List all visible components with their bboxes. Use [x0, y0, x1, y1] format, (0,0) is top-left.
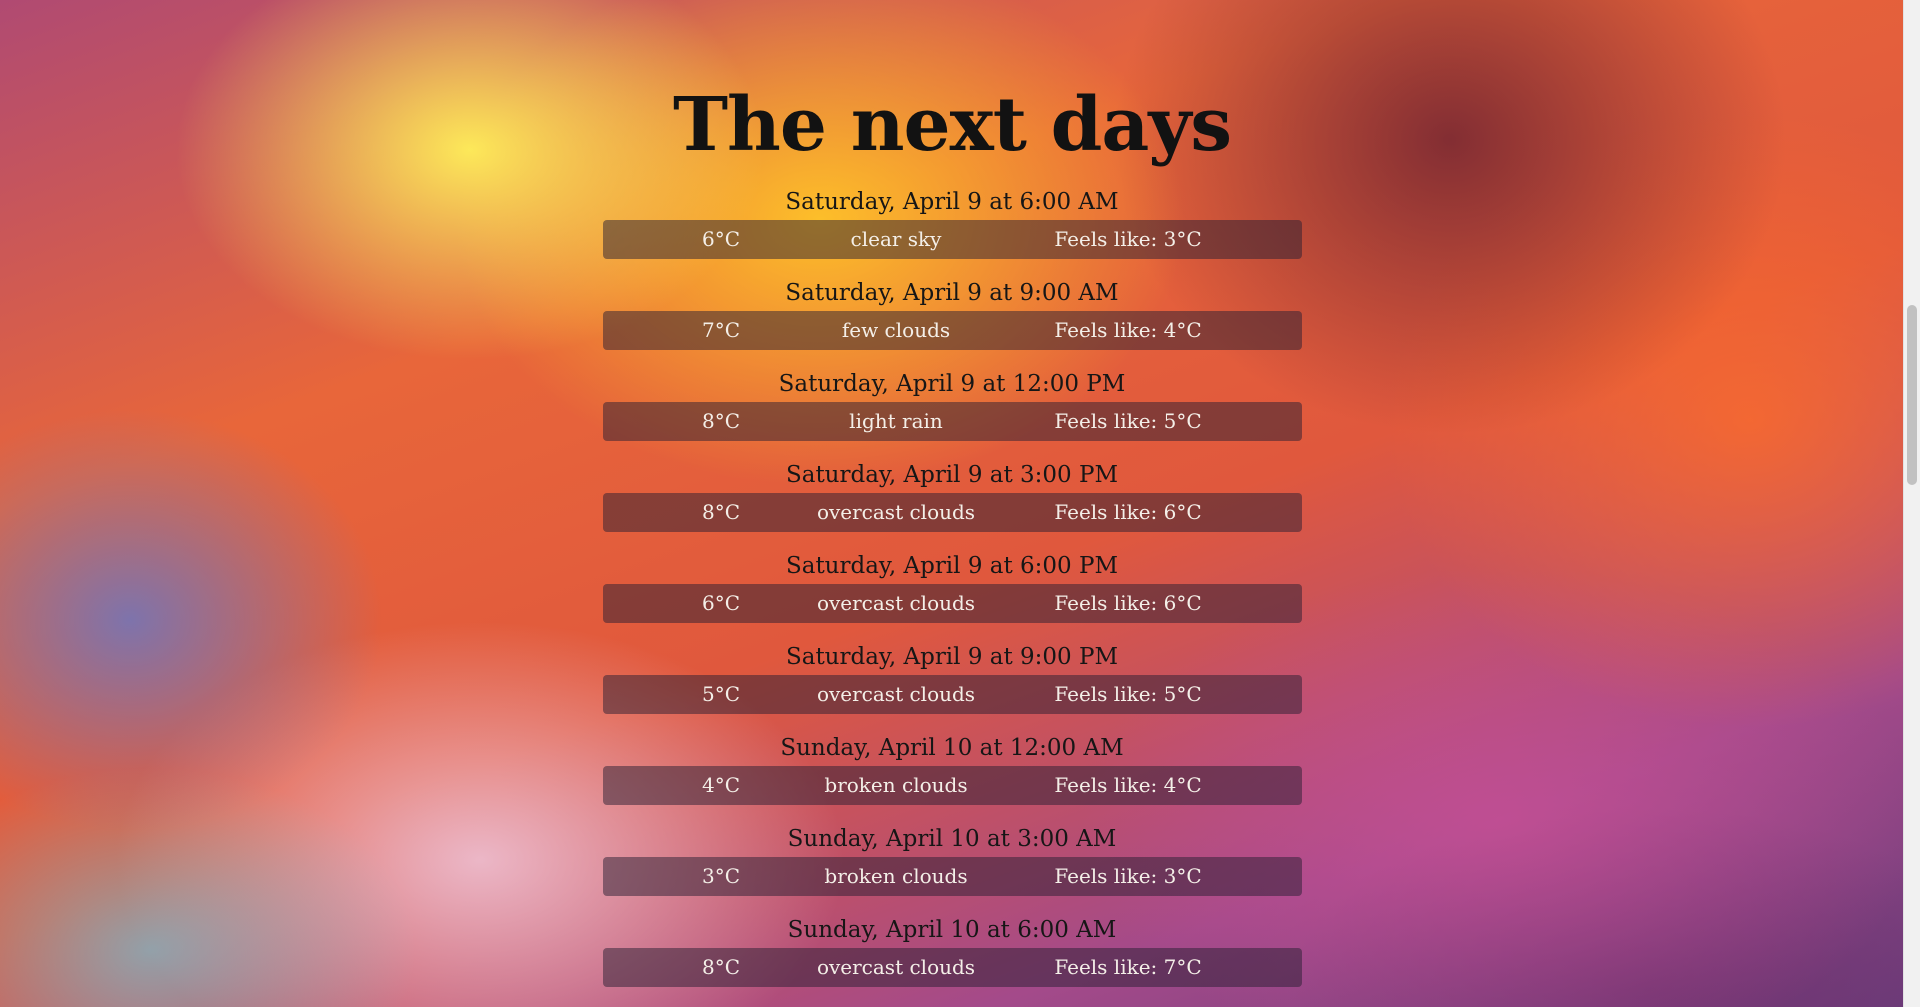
forecast-temperature: 4°C	[701, 773, 741, 797]
forecast-details-bar: 6°C clear sky Feels like: 3°C	[603, 220, 1302, 259]
forecast-details-bar: 8°C overcast clouds Feels like: 6°C	[603, 493, 1302, 532]
forecast-feels-like: Feels like: 5°C	[1054, 409, 1202, 433]
forecast-entry: Sunday, April 10 at 12:00 AM 4°C broken …	[0, 730, 1904, 821]
forecast-datetime: Saturday, April 9 at 6:00 PM	[785, 553, 1119, 579]
forecast-temperature: 8°C	[701, 500, 741, 524]
forecast-entry: Sunday, April 10 at 3:00 AM 3°C broken c…	[0, 821, 1904, 912]
forecast-entry: Saturday, April 9 at 12:00 PM 8°C light …	[0, 366, 1904, 457]
forecast-entry: Saturday, April 9 at 3:00 PM 8°C overcas…	[0, 457, 1904, 548]
forecast-container: The next days Saturday, April 9 at 6:00 …	[0, 70, 1904, 1003]
forecast-feels-like: Feels like: 4°C	[1054, 773, 1202, 797]
forecast-details-bar: 8°C light rain Feels like: 5°C	[603, 402, 1302, 441]
forecast-feels-like: Feels like: 5°C	[1054, 682, 1202, 706]
forecast-description: light rain	[849, 409, 943, 433]
forecast-datetime: Saturday, April 9 at 6:00 AM	[785, 189, 1119, 215]
forecast-description: broken clouds	[824, 773, 968, 797]
forecast-temperature: 8°C	[701, 955, 741, 979]
forecast-datetime: Saturday, April 9 at 12:00 PM	[778, 371, 1126, 397]
forecast-temperature: 7°C	[701, 318, 741, 342]
forecast-feels-like: Feels like: 6°C	[1054, 591, 1202, 615]
forecast-details-bar: 8°C overcast clouds Feels like: 7°C	[603, 948, 1302, 987]
forecast-datetime: Sunday, April 10 at 12:00 AM	[780, 735, 1124, 761]
forecast-datetime: Sunday, April 10 at 3:00 AM	[787, 826, 1117, 852]
forecast-description: clear sky	[850, 227, 942, 251]
forecast-entry: Saturday, April 9 at 9:00 AM 7°C few clo…	[0, 275, 1904, 366]
forecast-description: overcast clouds	[816, 500, 976, 524]
forecast-temperature: 3°C	[701, 864, 741, 888]
forecast-details-bar: 6°C overcast clouds Feels like: 6°C	[603, 584, 1302, 623]
forecast-datetime: Saturday, April 9 at 9:00 AM	[785, 280, 1119, 306]
vertical-scrollbar[interactable]	[1903, 0, 1920, 1007]
forecast-entry: Sunday, April 10 at 6:00 AM 8°C overcast…	[0, 912, 1904, 1003]
forecast-details-bar: 3°C broken clouds Feels like: 3°C	[603, 857, 1302, 896]
forecast-temperature: 6°C	[701, 591, 741, 615]
forecast-datetime: Saturday, April 9 at 3:00 PM	[785, 462, 1119, 488]
forecast-entry: Saturday, April 9 at 9:00 PM 5°C overcas…	[0, 639, 1904, 730]
forecast-feels-like: Feels like: 3°C	[1054, 864, 1202, 888]
forecast-description: overcast clouds	[816, 955, 976, 979]
forecast-description: few clouds	[841, 318, 951, 342]
forecast-description: overcast clouds	[816, 591, 976, 615]
forecast-entry: Saturday, April 9 at 6:00 AM 6°C clear s…	[0, 184, 1904, 275]
forecast-temperature: 8°C	[701, 409, 741, 433]
page-title: The next days	[672, 82, 1232, 168]
forecast-datetime: Saturday, April 9 at 9:00 PM	[785, 644, 1119, 670]
forecast-entry: Saturday, April 9 at 6:00 PM 6°C overcas…	[0, 548, 1904, 639]
forecast-temperature: 5°C	[701, 682, 741, 706]
forecast-description: overcast clouds	[816, 682, 976, 706]
forecast-datetime: Sunday, April 10 at 6:00 AM	[787, 917, 1117, 943]
forecast-description: broken clouds	[824, 864, 968, 888]
forecast-feels-like: Feels like: 4°C	[1054, 318, 1202, 342]
forecast-feels-like: Feels like: 3°C	[1054, 227, 1202, 251]
page-background: { "page": { "title": "The next days" }, …	[0, 0, 1920, 1007]
forecast-details-bar: 7°C few clouds Feels like: 4°C	[603, 311, 1302, 350]
forecast-feels-like: Feels like: 7°C	[1054, 955, 1202, 979]
forecast-temperature: 6°C	[701, 227, 741, 251]
forecast-details-bar: 5°C overcast clouds Feels like: 5°C	[603, 675, 1302, 714]
forecast-list: Saturday, April 9 at 6:00 AM 6°C clear s…	[0, 184, 1904, 1003]
forecast-feels-like: Feels like: 6°C	[1054, 500, 1202, 524]
forecast-details-bar: 4°C broken clouds Feels like: 4°C	[603, 766, 1302, 805]
scrollbar-thumb[interactable]	[1907, 305, 1917, 485]
